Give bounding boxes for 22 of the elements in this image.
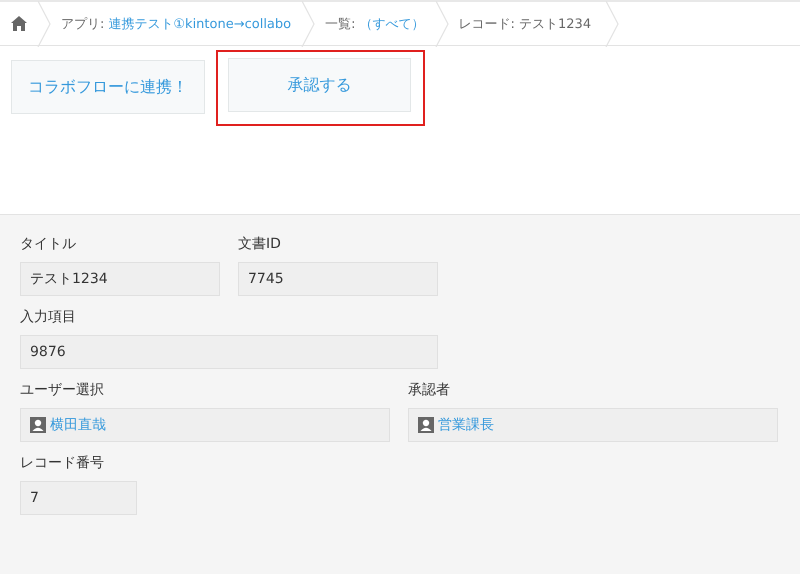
user-icon — [418, 417, 434, 433]
action-button[interactable]: 承認する — [228, 58, 411, 112]
user-icon — [30, 417, 46, 433]
breadcrumb-link[interactable]: （すべて） — [360, 14, 424, 32]
field-label: 文書ID — [238, 235, 282, 253]
breadcrumb-label: 一覧: — [325, 16, 356, 32]
field-label: 入力項目 — [20, 308, 77, 326]
field-value: 7 — [20, 481, 137, 515]
field-value: 7745 — [238, 262, 438, 296]
home-icon[interactable] — [11, 16, 27, 31]
field-label: レコード番号 — [20, 454, 105, 472]
field-label: ユーザー選択 — [20, 381, 105, 399]
field-label: タイトル — [20, 235, 77, 253]
field-value: テスト1234 — [20, 262, 220, 296]
field-label: 承認者 — [408, 381, 451, 399]
breadcrumb-label: アプリ: — [61, 16, 104, 32]
user-link[interactable]: 横田直哉 — [50, 416, 106, 434]
breadcrumb-current: レコード: テスト1234 — [458, 16, 592, 32]
action-button[interactable]: コラボフローに連携！ — [11, 60, 205, 114]
field-value: 9876 — [20, 335, 438, 369]
breadcrumb-link[interactable]: 連携テスト①kintone→collabo — [108, 14, 292, 32]
user-link[interactable]: 営業課長 — [438, 416, 494, 434]
